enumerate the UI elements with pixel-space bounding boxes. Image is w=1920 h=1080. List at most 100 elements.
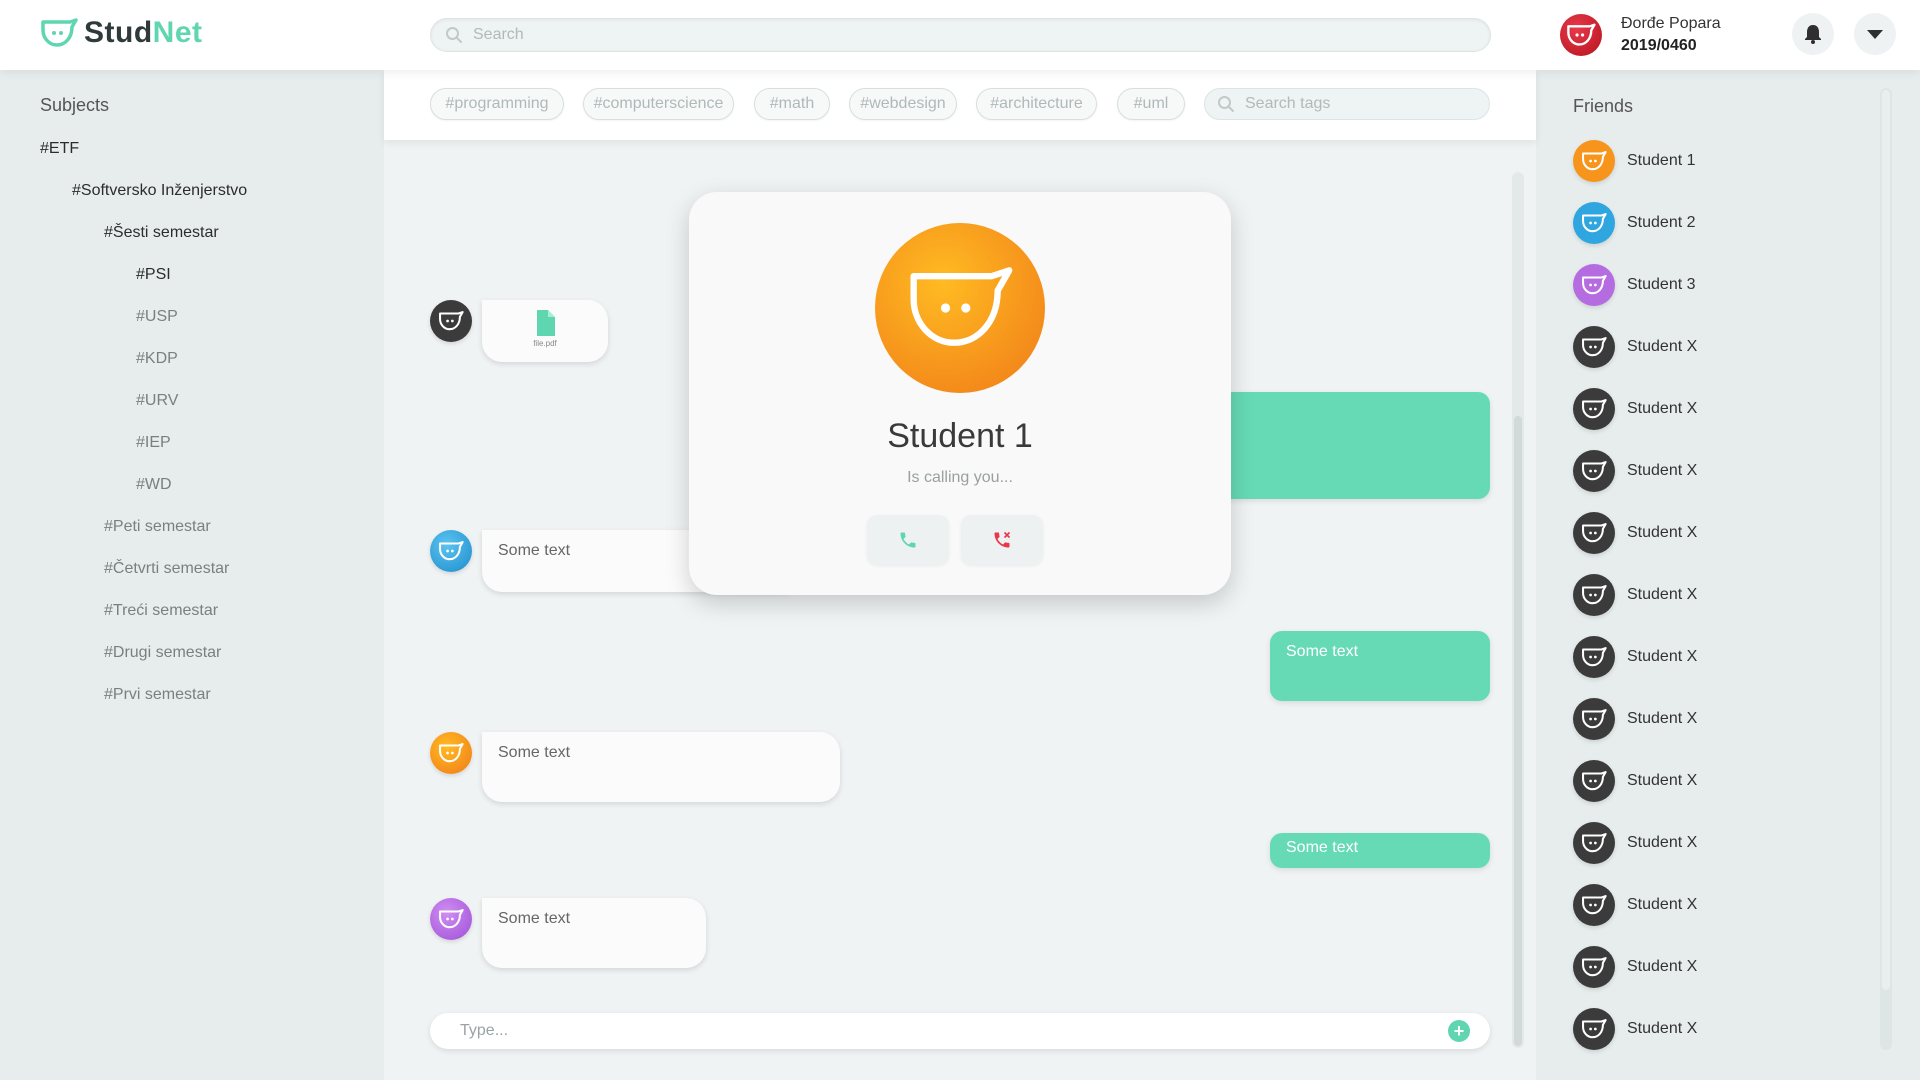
message-avatar[interactable] <box>430 732 472 774</box>
notifications-button[interactable] <box>1792 13 1834 55</box>
friend-item[interactable]: Student X <box>1573 884 1697 926</box>
friend-name: Student X <box>1627 338 1698 355</box>
friend-item[interactable]: Student X <box>1573 512 1697 554</box>
tag-chip[interactable]: #computerscience <box>583 88 734 120</box>
avatar-face-icon <box>910 267 1013 346</box>
friend-avatar <box>1573 388 1615 430</box>
friend-item[interactable]: Student X <box>1573 946 1697 988</box>
subjects-sidebar: Subjects #ETF #Softversko Inženjerstvo #Še… <box>0 70 384 1080</box>
avatar-face-icon <box>439 311 464 331</box>
tag-chip[interactable]: #webdesign <box>849 88 957 120</box>
subject-item[interactable]: #PSI <box>136 266 171 284</box>
friend-avatar <box>1573 450 1615 492</box>
friend-name: Student X <box>1627 524 1698 541</box>
message-input[interactable] <box>460 1022 1448 1040</box>
logo[interactable]: StudNet <box>40 16 203 50</box>
message-avatar[interactable] <box>430 300 472 342</box>
friends-title: Friends <box>1573 96 1634 116</box>
subject-item[interactable]: #IEP <box>136 434 171 452</box>
avatar-face-icon <box>1582 523 1607 543</box>
avatar-face-icon <box>1582 275 1607 295</box>
plus-icon[interactable]: + <box>1448 1020 1470 1042</box>
search-input[interactable] <box>473 26 1490 44</box>
user-id: 2019/0460 <box>1621 37 1697 54</box>
avatar-face-icon <box>1582 771 1607 791</box>
tag-chip[interactable]: #math <box>754 88 830 120</box>
friend-avatar <box>1573 884 1615 926</box>
subject-item[interactable]: #Treći semestar <box>104 602 218 620</box>
decline-call-button[interactable] <box>961 515 1043 565</box>
friends-scrollbar[interactable] <box>1880 88 1892 1050</box>
tag-chip[interactable]: #programming <box>430 88 564 120</box>
friend-item[interactable]: Student X <box>1573 388 1697 430</box>
friend-item[interactable]: Student X <box>1573 636 1697 678</box>
friend-name: Student X <box>1627 772 1698 789</box>
friend-item[interactable]: Student 1 <box>1573 140 1696 182</box>
subject-item[interactable]: #Drugi semestar <box>104 644 221 662</box>
global-search[interactable] <box>430 18 1491 52</box>
friend-avatar <box>1573 326 1615 368</box>
friend-avatar <box>1573 574 1615 616</box>
avatar-face-icon <box>1582 647 1607 667</box>
tag-search-input[interactable] <box>1245 95 1489 113</box>
friend-item[interactable]: Student X <box>1573 1008 1697 1050</box>
friend-item[interactable]: Student X <box>1573 822 1697 864</box>
avatar-face-icon <box>1582 337 1607 357</box>
file-icon <box>537 310 555 336</box>
friend-avatar <box>1573 822 1615 864</box>
friend-name: Student 3 <box>1627 276 1696 293</box>
message-avatar[interactable] <box>430 530 472 572</box>
subject-item[interactable]: #Prvi semestar <box>104 686 211 704</box>
friend-name: Student X <box>1627 462 1698 479</box>
subject-item[interactable]: #Četvrti semestar <box>104 560 229 578</box>
friends-scrollbar-thumb[interactable] <box>1882 90 1890 990</box>
message-bubble-out: Some text <box>1270 631 1490 701</box>
subject-item[interactable]: #WD <box>136 476 172 494</box>
avatar-face-icon <box>1582 895 1607 915</box>
user-avatar[interactable] <box>1560 14 1602 56</box>
subject-item[interactable]: #Softversko Inženjerstvo <box>72 182 247 200</box>
subject-item[interactable]: #USP <box>136 308 178 326</box>
message-avatar[interactable] <box>430 898 472 940</box>
friend-item[interactable]: Student X <box>1573 326 1697 368</box>
top-bar: StudNet Đorđe Popara 2019/0460 <box>0 0 1920 70</box>
avatar-face-icon <box>1582 151 1607 171</box>
chevron-down-icon <box>1867 30 1883 39</box>
incoming-call-modal: Student 1 Is calling you... <box>689 192 1231 595</box>
subject-item[interactable]: #URV <box>136 392 178 410</box>
message-bubble-in: Some text <box>482 898 706 968</box>
subject-item[interactable]: #ETF <box>40 140 79 158</box>
subject-item[interactable]: #Šesti semestar <box>104 224 219 242</box>
friend-avatar <box>1573 698 1615 740</box>
account-menu-button[interactable] <box>1854 13 1896 55</box>
tag-chip[interactable]: #architecture <box>976 88 1097 120</box>
studnet-logo-icon <box>41 18 78 47</box>
subject-item[interactable]: #KDP <box>136 350 178 368</box>
accept-call-button[interactable] <box>867 515 949 565</box>
friends-sidebar: Friends Student 1 Student 2 Student 3 Stude… <box>1536 70 1920 1080</box>
friend-item[interactable]: Student X <box>1573 760 1697 802</box>
friend-item[interactable]: Student X <box>1573 574 1697 616</box>
subject-item[interactable]: #Peti semestar <box>104 518 211 536</box>
friend-name: Student X <box>1627 834 1698 851</box>
user-name: Đorđe Popara <box>1621 15 1721 32</box>
friend-item[interactable]: Student X <box>1573 698 1697 740</box>
friend-name: Student X <box>1627 400 1698 417</box>
tag-chip[interactable]: #uml <box>1117 88 1185 120</box>
chat-scrollbar-thumb[interactable] <box>1514 416 1522 1046</box>
friend-item[interactable]: Student 3 <box>1573 264 1696 306</box>
friend-avatar <box>1573 264 1615 306</box>
avatar-face-icon <box>1582 399 1607 419</box>
friend-name: Student X <box>1627 958 1698 975</box>
avatar-face-icon <box>1582 213 1607 233</box>
avatar-face-icon <box>439 909 464 929</box>
tag-bar: #programming #computerscience #math #web… <box>384 70 1536 140</box>
friend-avatar <box>1573 202 1615 244</box>
friend-item[interactable]: Student X <box>1573 450 1697 492</box>
tag-search[interactable] <box>1204 88 1490 120</box>
avatar-face-icon <box>1582 1019 1607 1039</box>
file-message[interactable]: file.pdf <box>482 300 608 362</box>
friend-item[interactable]: Student 2 <box>1573 202 1696 244</box>
friend-avatar <box>1573 140 1615 182</box>
chat-scrollbar[interactable] <box>1512 172 1524 1048</box>
